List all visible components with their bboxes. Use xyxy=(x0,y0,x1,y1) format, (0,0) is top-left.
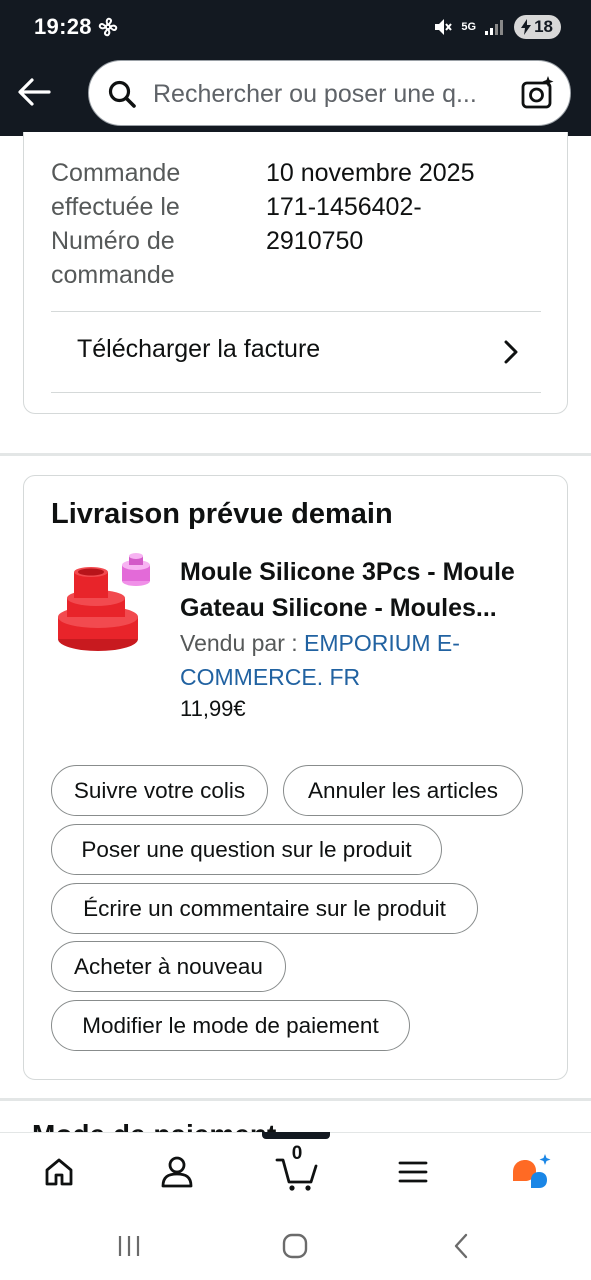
delivery-card: Livraison prévue demain Moule Silicone 3… xyxy=(23,475,568,1080)
write-review-button[interactable]: Écrire un commentaire sur le produit xyxy=(51,883,478,934)
sold-by-line: Vendu par : EMPORIUM E-COMMERCE. FR xyxy=(180,626,540,694)
download-invoice-label: Télécharger la facture xyxy=(77,335,321,363)
battery-indicator: 18 xyxy=(514,15,561,39)
mute-icon xyxy=(435,19,453,35)
bottom-nav: 0 xyxy=(0,1132,591,1212)
product-title-link[interactable]: Moule Silicone 3Pcs - Moule Gateau Silic… xyxy=(180,554,550,626)
search-input[interactable]: Rechercher ou poser une q... xyxy=(88,60,571,126)
download-invoice-button[interactable]: Télécharger la facture xyxy=(51,312,541,392)
order-number-value: 171-1456402-2910750 xyxy=(266,193,422,255)
menu-icon xyxy=(398,1161,428,1183)
delivery-title: Livraison prévue demain xyxy=(51,498,393,530)
chevron-right-icon xyxy=(504,340,518,364)
status-time: 19:28 xyxy=(34,14,92,39)
nav-rufus[interactable] xyxy=(506,1147,556,1197)
change-payment-button[interactable]: Modifier le mode de paiement xyxy=(51,1000,410,1051)
network-type: 5G xyxy=(461,20,477,33)
product-price: 11,99€ xyxy=(180,696,246,721)
back-arrow-icon xyxy=(18,78,51,106)
cancel-items-button[interactable]: Annuler les articles xyxy=(283,765,523,816)
back-system-button[interactable] xyxy=(444,1230,478,1262)
fan-icon xyxy=(98,17,118,37)
status-bar: 19:28 5G 18 xyxy=(0,0,591,56)
nav-home[interactable] xyxy=(34,1147,84,1197)
active-tab-indicator xyxy=(262,1132,330,1139)
signal-icon xyxy=(485,20,504,35)
buy-again-button[interactable]: Acheter à nouveau xyxy=(51,941,286,992)
home-system-button[interactable] xyxy=(278,1230,312,1262)
home-circle-icon xyxy=(282,1233,308,1259)
header-bar: Rechercher ou poser une q... xyxy=(0,56,591,136)
section-separator xyxy=(0,453,591,456)
nav-account[interactable] xyxy=(152,1147,202,1197)
sold-by-label: Vendu par : xyxy=(180,630,305,656)
recent-apps-icon xyxy=(118,1236,140,1256)
battery-level: 18 xyxy=(534,17,553,36)
order-date-value: 10 novembre 2025 xyxy=(266,159,475,187)
user-icon xyxy=(161,1156,193,1188)
back-chevron-icon xyxy=(454,1233,468,1259)
back-button[interactable] xyxy=(14,72,54,112)
status-indicators: 5G 18 xyxy=(433,15,561,39)
charging-icon xyxy=(521,19,532,35)
cart-count: 0 xyxy=(291,1143,303,1164)
section-separator xyxy=(0,1098,591,1101)
system-nav-bar xyxy=(0,1212,591,1280)
order-info-card: Commande effectuée le 10 novembre 2025 N… xyxy=(23,132,568,414)
product-image[interactable] xyxy=(50,551,160,661)
rufus-assistant-icon xyxy=(513,1154,551,1188)
home-icon xyxy=(45,1158,73,1186)
order-date-label: Commande effectuée le xyxy=(51,159,181,221)
recent-apps-button[interactable] xyxy=(112,1230,146,1262)
search-icon xyxy=(108,80,136,108)
nav-menu[interactable] xyxy=(388,1147,438,1197)
ask-question-button[interactable]: Poser une question sur le produit xyxy=(51,824,442,875)
search-placeholder: Rechercher ou poser une q... xyxy=(153,80,477,108)
order-number-label: Numéro de commande xyxy=(51,227,175,289)
payment-section-heading: Mode de paiement xyxy=(32,1118,276,1132)
divider xyxy=(51,392,541,393)
camera-search-icon[interactable] xyxy=(520,75,556,111)
track-package-button[interactable]: Suivre votre colis xyxy=(51,765,268,816)
nav-cart[interactable]: 0 xyxy=(272,1143,322,1197)
